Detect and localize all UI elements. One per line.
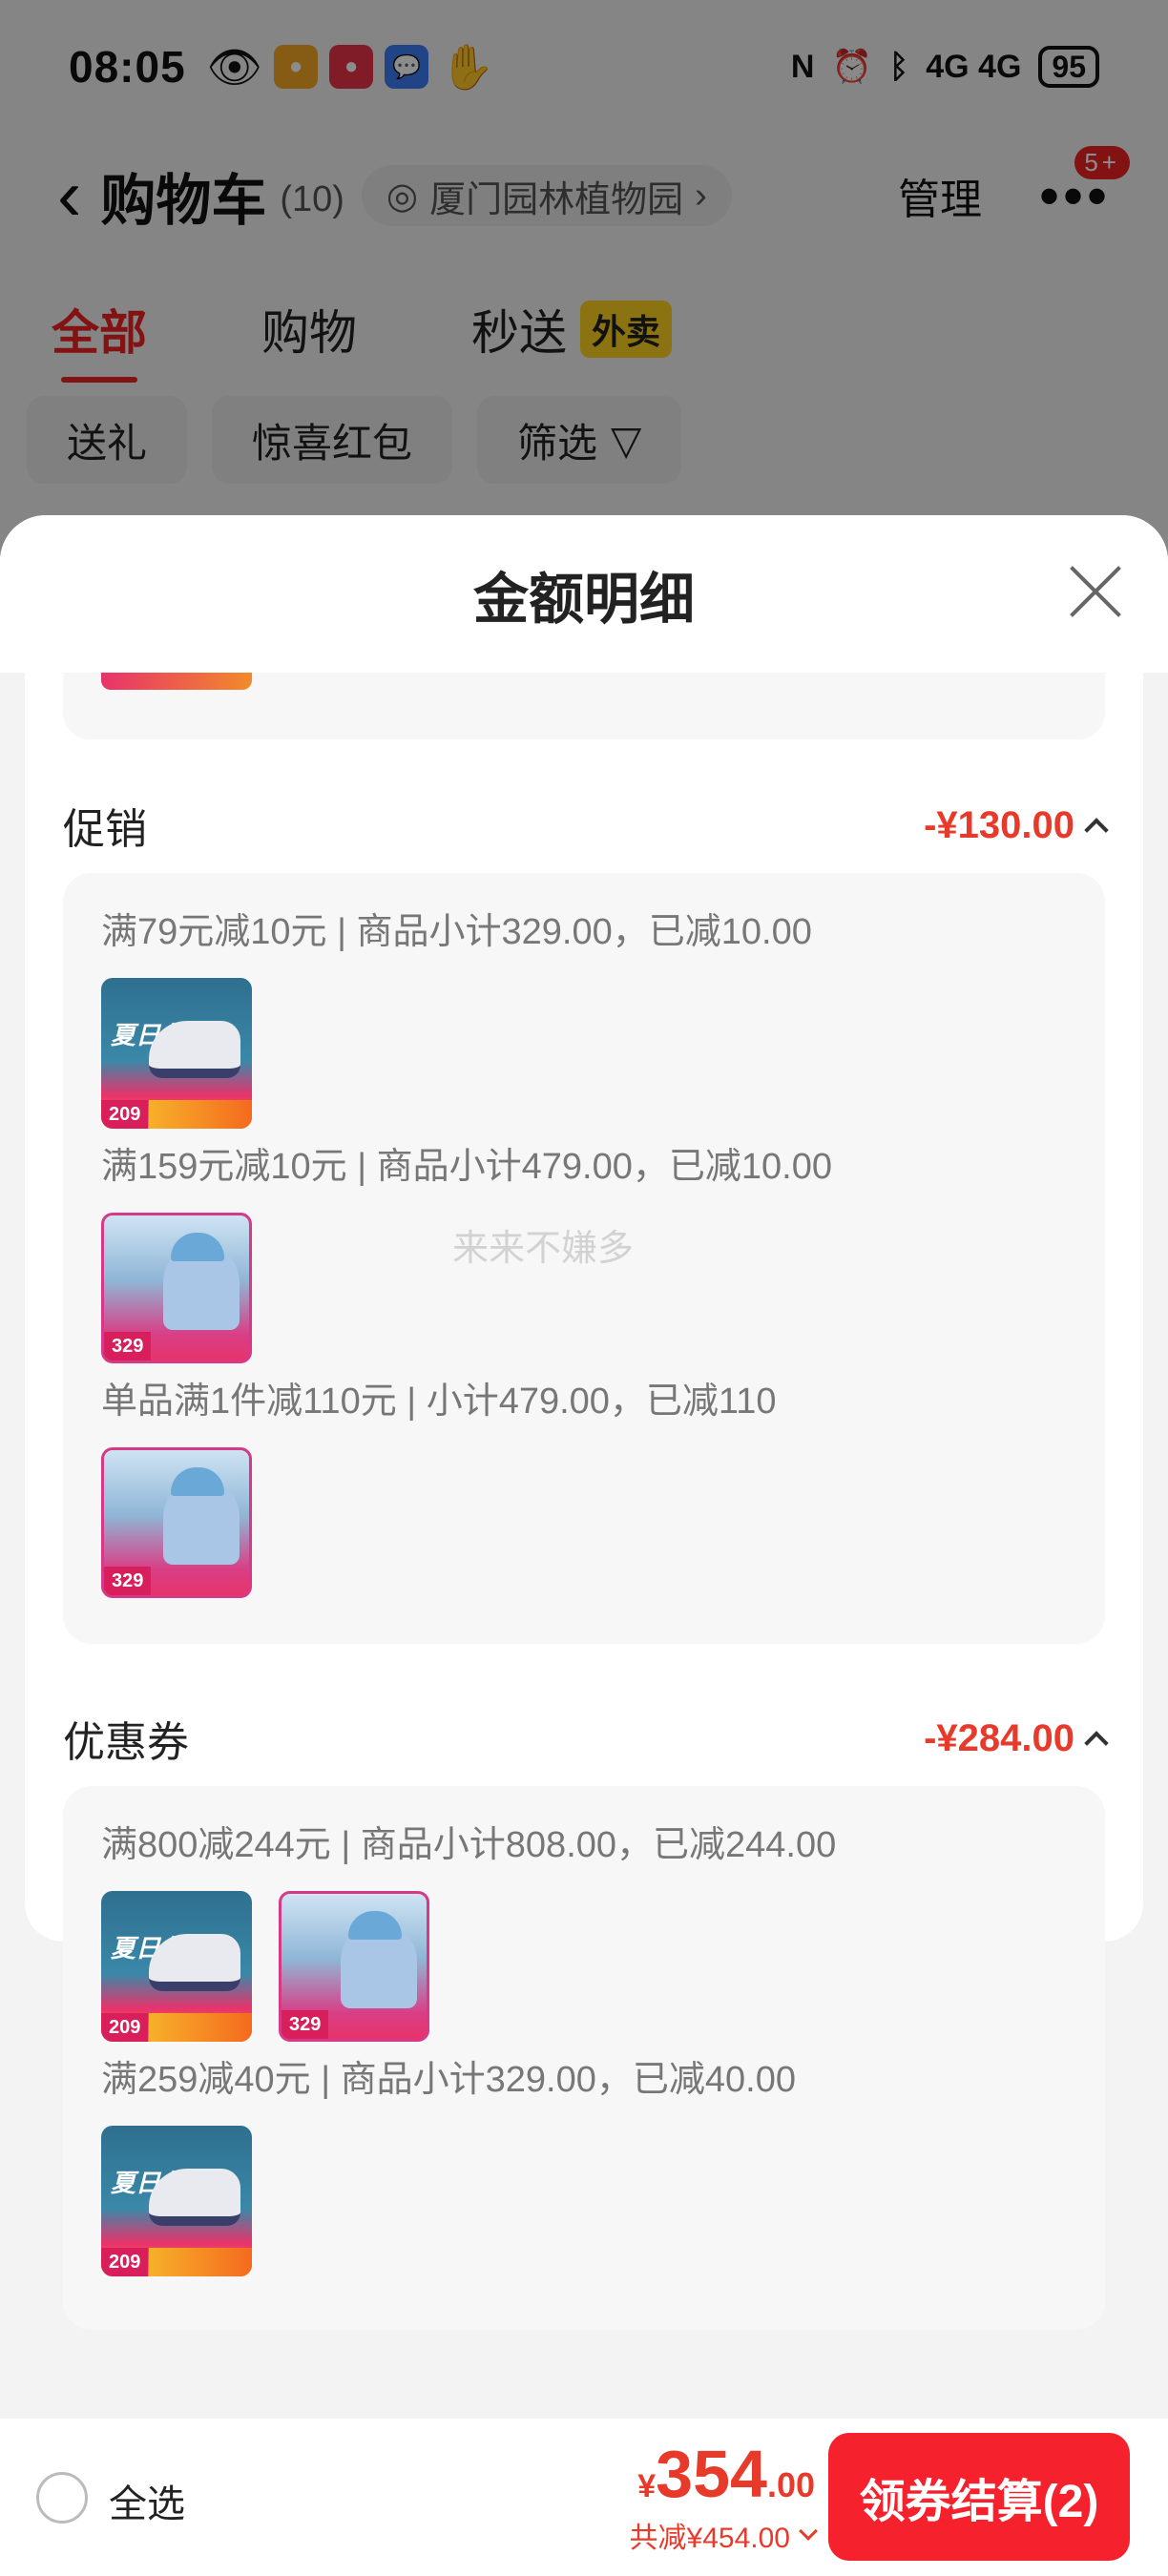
chevron-down-icon bbox=[799, 2522, 818, 2541]
promo-strip bbox=[149, 1100, 252, 1129]
coupon-detail-box: 满800减244元 | 商品小计808.00，已减244.00 夏日休闲 209… bbox=[63, 1786, 1105, 2330]
promotion-amount: -¥130.00 bbox=[924, 803, 1074, 846]
product-thumbnail[interactable]: 329 bbox=[101, 1447, 252, 1598]
product-thumbnail[interactable]: 夏日休闲 209 bbox=[101, 1891, 252, 2042]
watermark-text: 来来不嫌多 bbox=[452, 1229, 635, 1269]
checkout-button[interactable]: 领券结算(2) bbox=[828, 2433, 1130, 2561]
chevron-up-icon bbox=[1084, 1731, 1109, 1755]
saved-amount: 共减¥454.00 bbox=[629, 2523, 790, 2554]
shoe-image bbox=[149, 2169, 240, 2226]
shoe-image bbox=[149, 1021, 240, 1078]
product-thumbnail[interactable]: 夏日休闲 209 bbox=[101, 2126, 252, 2276]
kid-hat bbox=[171, 1233, 224, 1261]
saved-amount-toggle[interactable]: 共减¥454.00 bbox=[629, 2514, 818, 2556]
promotion-rule: 单品满1件减110元 | 小计479.00，已减110 bbox=[101, 1381, 777, 1422]
select-all-radio-icon[interactable] bbox=[36, 2472, 88, 2524]
thumb-price: 209 bbox=[101, 2013, 149, 2042]
kid-hat bbox=[348, 1911, 402, 1940]
product-thumbnail[interactable]: 夏日休闲 209 bbox=[101, 978, 252, 1129]
coupon-amount: -¥284.00 bbox=[924, 1716, 1074, 1759]
sheet-content: 促销 -¥130.00 满79元减10元 | 商品小计329.00，已减10.0… bbox=[25, 673, 1143, 2330]
coupon-header[interactable]: 优惠券 -¥284.00 bbox=[63, 1710, 1109, 1767]
checkout-bar: 全选 ¥ 354 .00 共减¥454.00 领券结算(2) bbox=[0, 2419, 1168, 2576]
product-thumbnail[interactable]: 329 bbox=[279, 1891, 429, 2042]
close-icon[interactable] bbox=[1067, 563, 1124, 620]
previous-section-tail bbox=[63, 673, 1105, 739]
promotion-rule: 满79元减10元 | 商品小计329.00，已减10.00 bbox=[101, 912, 812, 952]
amount-detail-sheet: 金额明细 促销 -¥130.00 满79元减10元 | 商品小计329.00，已… bbox=[0, 515, 1168, 2457]
thumb-price: 209 bbox=[101, 2248, 149, 2276]
sheet-header: 金额明细 bbox=[0, 515, 1168, 673]
chevron-up-icon bbox=[1084, 818, 1109, 842]
promo-strip bbox=[149, 2248, 252, 2276]
promotion-rule: 满159元减10元 | 商品小计479.00，已减10.00 bbox=[101, 1147, 832, 1187]
select-all-label[interactable]: 全选 bbox=[109, 2473, 185, 2528]
promo-strip bbox=[149, 2013, 252, 2042]
coupon-label: 优惠券 bbox=[63, 1719, 189, 1766]
thumb-price: 329 bbox=[104, 1332, 152, 1361]
total-amount: ¥ 354 .00 bbox=[630, 2436, 815, 2512]
coupon-rule: 满800减244元 | 商品小计808.00，已减244.00 bbox=[101, 1825, 837, 1865]
total-price: ¥ 354 .00 共减¥454.00 bbox=[629, 2436, 818, 2556]
coupon-rule: 满259减40元 | 商品小计329.00，已减40.00 bbox=[101, 2060, 796, 2100]
currency-symbol: ¥ bbox=[637, 2468, 657, 2504]
product-thumbnail[interactable]: 329 bbox=[101, 1213, 252, 1363]
thumb-price: 209 bbox=[101, 1100, 149, 1129]
promotion-label: 促销 bbox=[63, 806, 147, 853]
kid-hat bbox=[171, 1467, 224, 1496]
thumb-price: 329 bbox=[282, 2010, 329, 2039]
product-thumbnail bbox=[101, 673, 252, 690]
total-decimal: .00 bbox=[766, 2465, 815, 2504]
total-integer: 354 bbox=[656, 2437, 767, 2511]
promotion-header[interactable]: 促销 -¥130.00 bbox=[63, 797, 1109, 854]
sheet-title: 金额明细 bbox=[472, 568, 695, 631]
shoe-image bbox=[149, 1934, 240, 1991]
thumb-price: 329 bbox=[104, 1567, 152, 1595]
